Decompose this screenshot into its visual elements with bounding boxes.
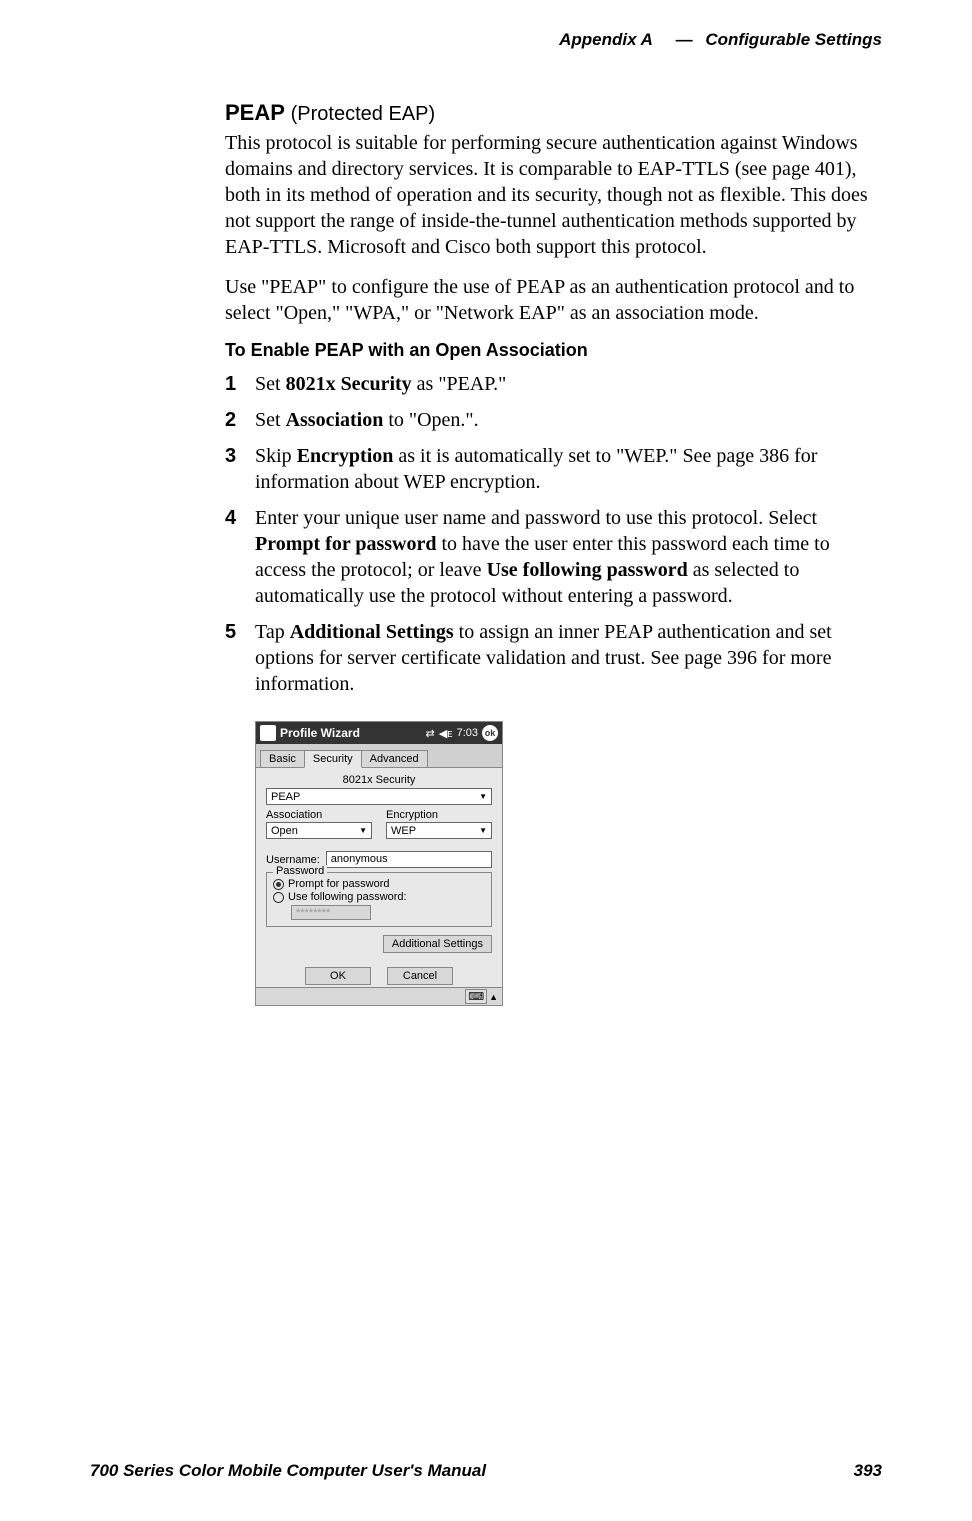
step-text: Tap Additional Settings to assign an inn…	[255, 619, 882, 697]
association-value: Open	[271, 825, 298, 837]
security-value: PEAP	[271, 791, 300, 803]
radio-usefollowing[interactable]: Use following password:	[273, 891, 485, 903]
step-1: 1 Set 8021x Security as "PEAP."	[225, 371, 882, 397]
device-screen: ⊞ Profile Wizard ⇄ ◀ᴇ 7:03 ok Basic Secu…	[255, 721, 503, 1006]
start-icon[interactable]: ⊞	[260, 725, 276, 741]
page-number: 393	[854, 1461, 882, 1481]
screenshot-container: ⊞ Profile Wizard ⇄ ◀ᴇ 7:03 ok Basic Secu…	[255, 721, 882, 1006]
header-dash: —	[676, 30, 693, 49]
subsection-title: To Enable PEAP with an Open Association	[225, 340, 882, 361]
connectivity-icon[interactable]: ⇄	[426, 727, 435, 740]
volume-icon[interactable]: ◀ᴇ	[439, 727, 453, 740]
step-text: Skip Encryption as it is automatically s…	[255, 443, 882, 495]
password-fieldset: Password Prompt for password Use followi…	[266, 872, 492, 927]
chevron-down-icon: ▼	[479, 826, 487, 835]
step-2: 2 Set Association to "Open.".	[225, 407, 882, 433]
section-title-main: PEAP	[225, 100, 285, 125]
bottom-bar: ⌨ ▲	[256, 987, 502, 1005]
radio-label: Use following password:	[288, 891, 407, 903]
additional-settings-button[interactable]: Additional Settings	[383, 935, 492, 953]
encryption-value: WEP	[391, 825, 416, 837]
radio-icon	[273, 879, 284, 890]
security-label: 8021x Security	[266, 774, 492, 786]
paragraph-2: Use "PEAP" to configure the use of PEAP …	[225, 274, 882, 326]
step-number: 1	[225, 371, 249, 397]
username-input[interactable]: anonymous	[326, 851, 492, 868]
tab-bar: Basic Security Advanced	[256, 744, 502, 768]
content-area: PEAP (Protected EAP) This protocol is su…	[225, 100, 882, 1006]
tab-basic[interactable]: Basic	[260, 750, 305, 768]
window-title: Profile Wizard	[280, 726, 426, 740]
section-title: PEAP (Protected EAP)	[225, 100, 882, 126]
ok-dialog-button[interactable]: OK	[305, 967, 371, 985]
step-5: 5 Tap Additional Settings to assign an i…	[225, 619, 882, 697]
page-header: Appendix A — Configurable Settings	[90, 30, 882, 50]
cancel-button[interactable]: Cancel	[387, 967, 453, 985]
chevron-down-icon: ▼	[359, 826, 367, 835]
association-label: Association	[266, 809, 372, 821]
keyboard-icon[interactable]: ⌨	[465, 989, 487, 1004]
security-dropdown[interactable]: PEAP ▼	[266, 788, 492, 805]
page-footer: 700 Series Color Mobile Computer User's …	[90, 1461, 882, 1481]
step-number: 3	[225, 443, 249, 495]
manual-title: 700 Series Color Mobile Computer User's …	[90, 1461, 486, 1481]
header-title: Configurable Settings	[705, 30, 882, 49]
paragraph-1: This protocol is suitable for performing…	[225, 130, 882, 260]
step-number: 4	[225, 505, 249, 609]
up-arrow-icon[interactable]: ▲	[489, 992, 498, 1002]
password-input[interactable]: ********	[291, 905, 371, 920]
step-text: Set 8021x Security as "PEAP."	[255, 371, 882, 397]
titlebar: ⊞ Profile Wizard ⇄ ◀ᴇ 7:03 ok	[256, 722, 502, 744]
radio-prompt[interactable]: Prompt for password	[273, 878, 485, 890]
step-4: 4 Enter your unique user name and passwo…	[225, 505, 882, 609]
step-number: 2	[225, 407, 249, 433]
clock-time[interactable]: 7:03	[457, 727, 478, 739]
step-text: Set Association to "Open.".	[255, 407, 882, 433]
encryption-dropdown[interactable]: WEP ▼	[386, 822, 492, 839]
tab-security[interactable]: Security	[304, 750, 362, 768]
step-3: 3 Skip Encryption as it is automatically…	[225, 443, 882, 495]
step-number: 5	[225, 619, 249, 697]
encryption-label: Encryption	[386, 809, 492, 821]
appendix-label: Appendix A	[559, 30, 653, 49]
step-text: Enter your unique user name and password…	[255, 505, 882, 609]
username-label: Username:	[266, 854, 320, 866]
dialog-buttons: OK Cancel	[256, 961, 502, 987]
tab-content: 8021x Security PEAP ▼ Association Open ▼…	[256, 767, 502, 961]
radio-icon	[273, 892, 284, 903]
tab-advanced[interactable]: Advanced	[361, 750, 428, 768]
section-subtitle: (Protected EAP)	[291, 103, 436, 125]
ok-button[interactable]: ok	[482, 725, 498, 741]
chevron-down-icon: ▼	[479, 792, 487, 801]
radio-label: Prompt for password	[288, 878, 389, 890]
association-dropdown[interactable]: Open ▼	[266, 822, 372, 839]
password-legend: Password	[273, 865, 327, 877]
